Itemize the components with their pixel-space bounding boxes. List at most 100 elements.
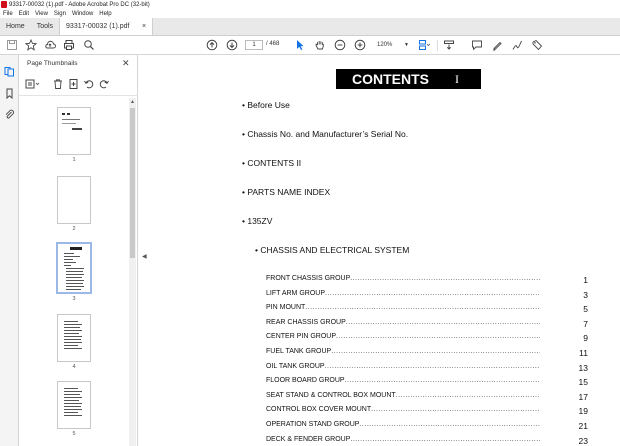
toc-leader-dots: ........................................… <box>324 362 540 370</box>
toolbar-divider <box>437 40 438 51</box>
delete-icon[interactable] <box>52 77 64 89</box>
toc-label: DECK & FENDER GROUP <box>266 435 351 443</box>
collapse-panel-icon[interactable]: ◀ <box>142 253 147 260</box>
save-icon[interactable] <box>6 39 18 51</box>
menu-help[interactable]: Help <box>99 11 111 17</box>
insert-page-icon[interactable] <box>68 77 80 89</box>
zoom-out-icon[interactable] <box>334 39 346 51</box>
toc-row[interactable]: FLOOR BOARD GROUP.......................… <box>266 377 588 387</box>
menu-bar: File Edit View Sign Window Help <box>0 9 620 18</box>
toc-row[interactable]: OPERATION STAND GROUP...................… <box>266 421 588 431</box>
thumbnail-page-1[interactable] <box>57 107 91 155</box>
thumbnail-page-4[interactable] <box>57 314 91 362</box>
zoom-in-icon[interactable] <box>354 39 366 51</box>
menu-window[interactable]: Window <box>72 11 93 17</box>
page-number-input[interactable]: 1 <box>245 40 263 50</box>
toc-row[interactable]: OIL TANK GROUP..........................… <box>266 362 588 373</box>
toc-leader-dots: ........................................… <box>344 377 540 385</box>
scrollbar-thumb[interactable] <box>130 108 135 258</box>
toc-label: PIN MOUNT <box>266 304 306 312</box>
toc-leader-dots: ........................................… <box>395 391 540 399</box>
toc-label: REAR CHASSIS GROUP <box>266 318 346 326</box>
menu-file[interactable]: File <box>3 11 13 17</box>
thumbnail-options-icon[interactable] <box>25 77 41 89</box>
panel-title: Page Thumbnails <box>27 60 78 67</box>
previous-page-icon[interactable] <box>206 39 218 51</box>
toc-page-number: 7 <box>583 318 588 329</box>
section-heading[interactable]: • CHASSIS AND ELECTRICAL SYSTEM <box>255 245 409 255</box>
contents-entry[interactable]: • Before Use <box>242 100 290 110</box>
toc-leader-dots: ........................................… <box>371 406 540 414</box>
search-icon[interactable] <box>83 39 95 51</box>
toc-row[interactable]: CONTROL BOX COVER MOUNT.................… <box>266 406 588 416</box>
tab-bar: Home Tools 93317-00032 (1).pdf × <box>0 18 620 36</box>
panel-toolbar <box>25 77 125 91</box>
toc-row[interactable]: DECK & FENDER GROUP.....................… <box>266 435 588 446</box>
text-cursor-icon: I <box>455 72 459 86</box>
close-icon[interactable]: ✕ <box>122 58 130 69</box>
toc-row[interactable]: FRONT CHASSIS GROUP.....................… <box>266 275 588 285</box>
bookmark-icon[interactable] <box>4 86 15 100</box>
star-icon[interactable] <box>24 38 38 51</box>
toc-row[interactable]: REAR CHASSIS GROUP......................… <box>266 318 588 329</box>
panel-divider <box>19 95 138 96</box>
toc-label: SEAT STAND & CONTROL BOX MOUNT <box>266 391 396 399</box>
acrobat-app-icon <box>1 1 7 8</box>
select-cursor-icon[interactable] <box>294 39 306 51</box>
contents-entry[interactable]: • 135ZV <box>242 216 272 226</box>
highlight-pen-icon[interactable] <box>491 39 503 51</box>
draw-icon[interactable] <box>511 39 523 51</box>
toc-row[interactable]: PIN MOUNT...............................… <box>266 304 588 314</box>
toc-label: FUEL TANK GROUP <box>266 348 332 355</box>
tab-document-label: 93317-00032 (1).pdf <box>66 23 130 30</box>
rotate-clockwise-icon[interactable] <box>98 77 110 89</box>
toc-row[interactable]: FUEL TANK GROUP.........................… <box>266 348 588 358</box>
menu-sign[interactable]: Sign <box>54 11 66 17</box>
page-display-icon[interactable] <box>418 39 431 51</box>
contents-heading: CONTENTS <box>336 69 481 89</box>
toc-row[interactable]: CENTER PIN GROUP........................… <box>266 333 588 343</box>
tab-close-icon[interactable]: × <box>142 23 146 30</box>
attachment-icon[interactable] <box>4 107 15 119</box>
tab-tools[interactable]: Tools <box>31 18 59 35</box>
contents-entry[interactable]: • CONTENTS II <box>242 158 301 168</box>
toc-page-number: 3 <box>583 289 588 300</box>
main-toolbar: 1 / 468 120% ▼ <box>0 36 620 55</box>
hand-tool-icon[interactable] <box>314 39 326 51</box>
toc-page-number: 23 <box>578 435 588 446</box>
toc-leader-dots: ........................................… <box>359 421 540 428</box>
contents-entry[interactable]: • PARTS NAME INDEX <box>242 187 330 197</box>
toc-row[interactable]: LIFT ARM GROUP..........................… <box>266 289 588 300</box>
fill-sign-icon[interactable] <box>531 39 543 51</box>
next-page-icon[interactable] <box>226 39 238 51</box>
toc-leader-dots: ........................................… <box>331 348 540 355</box>
scroll-up-icon[interactable]: ▲ <box>130 99 135 105</box>
zoom-dropdown[interactable]: 120% ▼ <box>377 40 409 50</box>
tab-home[interactable]: Home <box>0 18 31 35</box>
page-thumbnails-panel: Page Thumbnails ✕ 1 2 3 4 5 ▲ <box>19 55 138 446</box>
scroll-mode-icon[interactable] <box>443 39 455 51</box>
print-icon[interactable] <box>63 39 75 51</box>
toc-page-number: 21 <box>578 421 588 431</box>
tab-document[interactable]: 93317-00032 (1).pdf × <box>59 18 154 35</box>
toc-leader-dots: ........................................… <box>336 333 540 341</box>
thumbnail-scrollbar[interactable]: ▲ <box>129 98 136 446</box>
toc-label: LIFT ARM GROUP <box>266 289 325 297</box>
cloud-upload-icon[interactable] <box>44 39 56 51</box>
rotate-counterclockwise-icon[interactable] <box>83 77 95 89</box>
comment-icon[interactable] <box>471 39 483 51</box>
thumbnail-label: 5 <box>72 431 76 437</box>
contents-entry[interactable]: • Chassis No. and Manufacturer’s Serial … <box>242 129 408 139</box>
toc-row[interactable]: SEAT STAND & CONTROL BOX MOUNT..........… <box>266 391 588 402</box>
toc-leader-dots: ........................................… <box>350 435 540 443</box>
thumbnail-page-5[interactable] <box>57 381 91 429</box>
menu-edit[interactable]: Edit <box>19 11 29 17</box>
page-thumbnails-icon[interactable] <box>4 64 15 77</box>
thumbnail-page-2[interactable] <box>57 176 91 224</box>
menu-view[interactable]: View <box>35 11 48 17</box>
thumbnail-label: 4 <box>72 364 76 370</box>
toc-label: FLOOR BOARD GROUP <box>266 377 345 385</box>
thumbnail-page-3[interactable] <box>56 242 92 294</box>
left-navigation-rail <box>0 55 19 446</box>
document-view[interactable]: CONTENTS I • Before Use • Chassis No. an… <box>150 55 620 446</box>
